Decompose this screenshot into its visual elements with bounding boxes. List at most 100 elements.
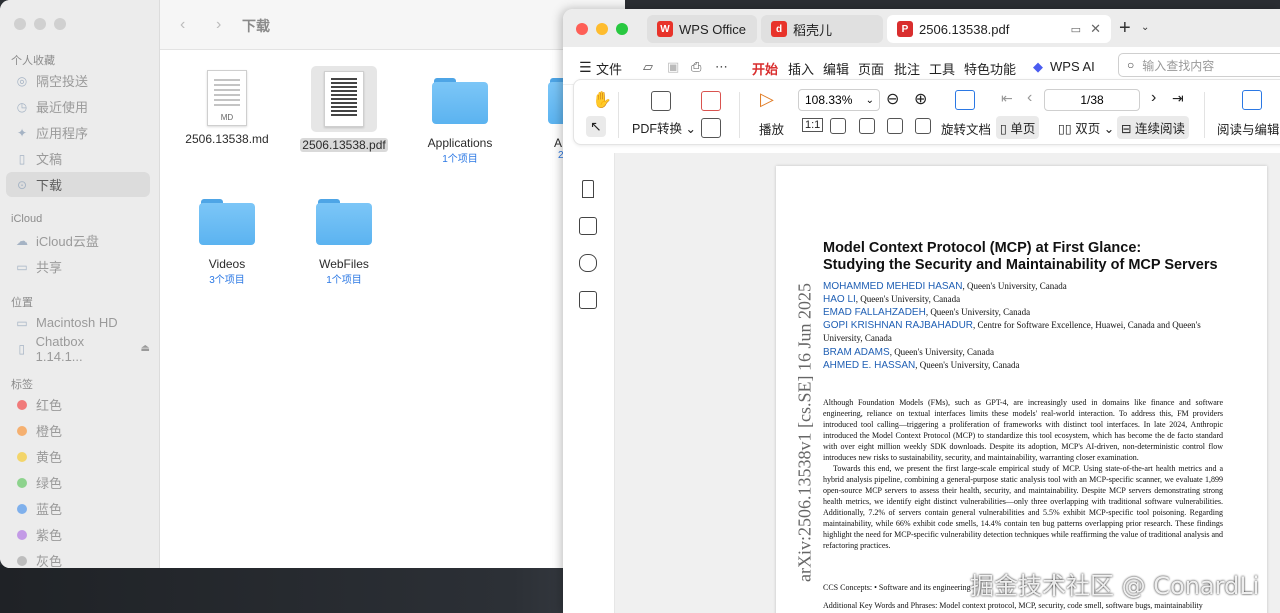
more-icon[interactable]: ⋯ [715,59,728,75]
double-page-icon: ▯▯ [1058,122,1076,136]
file-name: 2506.13538.md [185,132,269,146]
bookmark-icon[interactable] [582,180,594,198]
menu-tools[interactable]: 工具 [929,59,955,78]
tag-orange[interactable]: 橙色 [6,418,150,443]
minimize-button[interactable] [596,23,608,35]
author-line: MOHAMMED MEHEDI HASAN, Queen's Universit… [823,281,1067,292]
pdf-convert-button[interactable]: PDF转换 ⌄ [632,118,696,137]
tag-purple[interactable]: 紫色 [6,522,150,547]
actual-size-icon[interactable]: 1:1 [802,118,824,132]
sidebar-item-chatbox[interactable]: ▯ Chatbox 1.14.1... ⏏ [6,334,150,364]
fit-page-icon[interactable] [830,118,846,134]
tag-dot-icon [17,477,27,488]
comment-icon[interactable] [579,254,597,272]
single-page-icon: ▯ [1000,122,1011,136]
read-edit-button[interactable]: 阅读与编辑 [1217,119,1280,138]
volume-icon: ▯ [18,341,26,356]
attachment-icon[interactable] [579,291,597,309]
author-line: AHMED E. HASSAN, Queen's University, Can… [823,360,1020,371]
tag-gray[interactable]: 灰色 [6,548,150,568]
fit-width-icon[interactable] [859,118,875,134]
menu-page[interactable]: 页面 [858,59,884,78]
rotate-right-icon[interactable] [915,118,931,134]
close-button[interactable] [14,18,26,30]
menu-features[interactable]: 特色功能 [964,59,1016,78]
file-md[interactable]: MD 2506.13538.md [172,70,282,146]
sidebar-item-macintosh-hd[interactable]: ▭ Macintosh HD [6,310,150,335]
forward-icon[interactable]: › [216,16,221,34]
author-line: EMAD FALLAHZADEH, Queen's University, Ca… [823,307,1031,318]
new-tab-icon[interactable]: + [1119,17,1131,40]
rotate-document-icon [955,90,975,110]
continuous-reading-button[interactable]: ⊟ 连续阅读 [1117,116,1189,139]
back-icon[interactable]: ‹ [180,16,185,34]
tab-wps-office[interactable]: W WPS Office [647,15,757,43]
search-input[interactable]: ○ 输入查找内容 [1118,53,1280,77]
tab-docer[interactable]: d 稻壳儿 [761,15,883,43]
save-icon[interactable]: ▣ [667,59,679,75]
menu-start[interactable]: 开始 [752,59,779,85]
folder-open-icon[interactable]: ▱ [643,59,653,75]
author-line: HAO LI, Queen's University, Canada [823,294,961,305]
last-page-icon[interactable]: ⇥ [1172,90,1184,107]
convert-image-icon[interactable] [701,91,721,111]
folder-count: 3个项目 [209,275,245,286]
pdf-canvas[interactable]: arXiv:2506.13538v1 [cs.SE] 16 Jun 2025 M… [615,153,1280,613]
section-favorites: 个人收藏 [11,55,55,67]
print-icon[interactable]: ⎙ [691,59,701,75]
menu-insert[interactable]: 插入 [788,59,814,78]
double-page-button[interactable]: ▯▯ 双页 ⌄ [1058,118,1114,137]
menu-comment[interactable]: 批注 [894,59,920,78]
tag-dot-icon [17,399,27,410]
page-number-input[interactable]: 1/38 [1044,89,1140,111]
close-tab-icon[interactable]: ✕ [1090,21,1101,37]
sidebar-item-icloud-drive[interactable]: ☁ iCloud云盘 [6,228,150,253]
tag-red[interactable]: 红色 [6,392,150,417]
pdf-file-icon [324,71,364,127]
first-page-icon[interactable]: ⇤ [1001,90,1013,107]
tab-pdf[interactable]: P 2506.13538.pdf ▭ ✕ [887,15,1111,43]
tag-green[interactable]: 绿色 [6,470,150,495]
close-button[interactable] [576,23,588,35]
sidebar-item-downloads[interactable]: ⊙ 下载 [6,172,150,197]
rotate-document-button[interactable]: 旋转文档 [941,119,991,138]
thumbnail-icon[interactable] [579,217,597,235]
zoom-select[interactable]: 108.33% ⌄ [798,89,880,111]
hand-tool-icon[interactable]: ✋ [592,90,612,110]
menu-wps-ai[interactable]: WPS AI [1050,59,1095,74]
single-page-button[interactable]: ▯ 单页 [996,116,1040,139]
monitor-icon[interactable]: ▭ [1071,23,1081,36]
sidebar-item-applications[interactable]: ✦ 应用程序 [6,120,150,145]
menu-file[interactable]: 文件 [596,59,622,78]
eject-icon[interactable]: ⏏ [141,343,150,354]
menu-icon[interactable]: ☰ [579,59,592,76]
continuous-icon: ⊟ [1121,122,1135,136]
sidebar-item-airdrop[interactable]: ◎ 隔空投送 [6,68,150,93]
tag-dot-icon [17,555,27,566]
sidebar-item-recents[interactable]: ◷ 最近使用 [6,94,150,119]
extract-icon[interactable] [701,118,721,138]
minimize-button[interactable] [34,18,46,30]
select-tool-icon[interactable]: ↖ [586,116,606,137]
tag-yellow[interactable]: 黄色 [6,444,150,469]
zoom-button[interactable] [54,18,66,30]
folder-videos[interactable]: Videos 3个项目 [172,197,282,286]
next-page-icon[interactable]: › [1151,89,1156,107]
tag-blue[interactable]: 蓝色 [6,496,150,521]
menu-edit[interactable]: 编辑 [823,59,849,78]
chevron-down-icon[interactable]: ⌄ [1141,22,1149,33]
play-icon[interactable]: ▷ [760,89,774,110]
play-button[interactable]: 播放 [759,119,784,138]
cloud-icon: ☁ [16,233,28,248]
rotate-left-icon[interactable] [887,118,903,134]
previous-page-icon[interactable]: ‹ [1027,89,1032,107]
zoom-button[interactable] [616,23,628,35]
zoom-out-icon[interactable]: ⊖ [886,89,899,109]
folder-applications[interactable]: Applications 1个项目 [405,76,515,165]
folder-webfiles[interactable]: WebFiles 1个项目 [289,197,399,286]
sidebar-item-shared[interactable]: ▭ 共享 [6,254,150,279]
sidebar-item-documents[interactable]: ▯ 文稿 [6,146,150,171]
zoom-in-icon[interactable]: ⊕ [914,89,927,109]
file-pdf[interactable]: 2506.13538.pdf [289,66,399,152]
tag-dot-icon [17,451,27,462]
